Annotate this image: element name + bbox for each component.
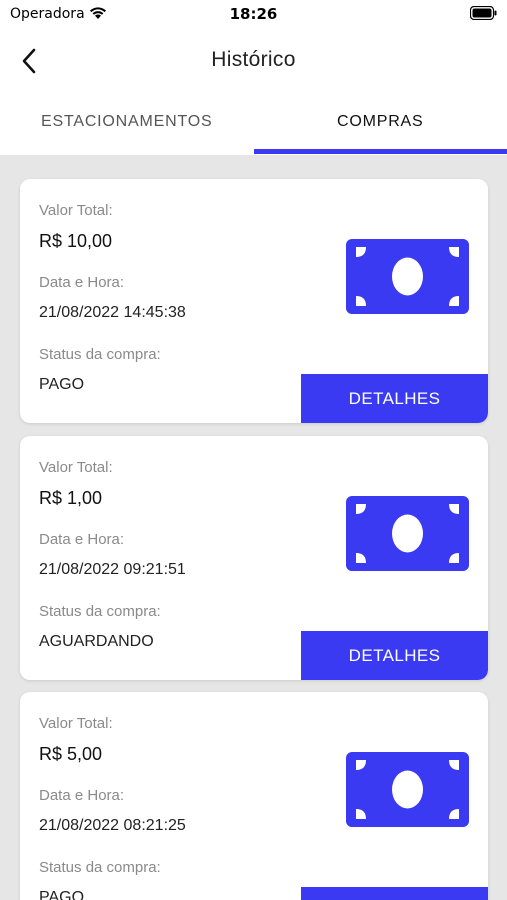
datetime-label: Data e Hora: (39, 531, 125, 548)
status-value: PAGO (39, 889, 85, 900)
active-tab-indicator (254, 149, 507, 154)
tab-compras[interactable]: COMPRAS (254, 98, 507, 155)
datetime-value: 21/08/2022 09:21:51 (39, 561, 186, 578)
status-label: Status da compra: (39, 346, 161, 363)
total-label: Valor Total: (39, 715, 113, 732)
banknote-icon (346, 752, 469, 827)
status-value: PAGO (39, 376, 85, 393)
total-value: R$ 5,00 (39, 744, 103, 764)
datetime-value: 21/08/2022 08:21:25 (39, 817, 186, 834)
details-button[interactable]: DETALHES (301, 631, 488, 680)
banknote-icon (346, 239, 469, 314)
status-bar: Operadora 18:26 (0, 0, 507, 30)
page-title: Histórico (211, 48, 296, 71)
clock: 18:26 (229, 5, 278, 23)
banknote-icon (346, 496, 469, 571)
datetime-value: 21/08/2022 14:45:38 (39, 304, 186, 321)
total-label: Valor Total: (39, 202, 113, 219)
battery-icon (470, 6, 497, 20)
purchase-card: Valor Total: R$ 10,00 Data e Hora: 21/08… (20, 179, 488, 423)
status-value: AGUARDANDO (39, 633, 154, 650)
details-button[interactable]: DETALHES (301, 374, 488, 423)
datetime-label: Data e Hora: (39, 787, 125, 804)
tab-estacionamentos[interactable]: ESTACIONAMENTOS (0, 98, 254, 155)
total-value: R$ 1,00 (39, 488, 103, 508)
purchase-card: Valor Total: R$ 1,00 Data e Hora: 21/08/… (20, 436, 488, 680)
header-area: Operadora 18:26 Histórico ESTACIONAMENTO… (0, 0, 507, 155)
total-value: R$ 10,00 (39, 231, 113, 251)
status-label: Status da compra: (39, 859, 161, 876)
status-label: Status da compra: (39, 603, 161, 620)
navigation-bar: Histórico (0, 36, 507, 88)
tab-bar: ESTACIONAMENTOS COMPRAS (0, 98, 507, 155)
purchase-card: Valor Total: R$ 5,00 Data e Hora: 21/08/… (20, 692, 488, 900)
datetime-label: Data e Hora: (39, 274, 125, 291)
total-label: Valor Total: (39, 459, 113, 476)
purchase-list[interactable]: Valor Total: R$ 10,00 Data e Hora: 21/08… (0, 155, 507, 900)
details-button[interactable]: DETALHES (301, 887, 488, 900)
